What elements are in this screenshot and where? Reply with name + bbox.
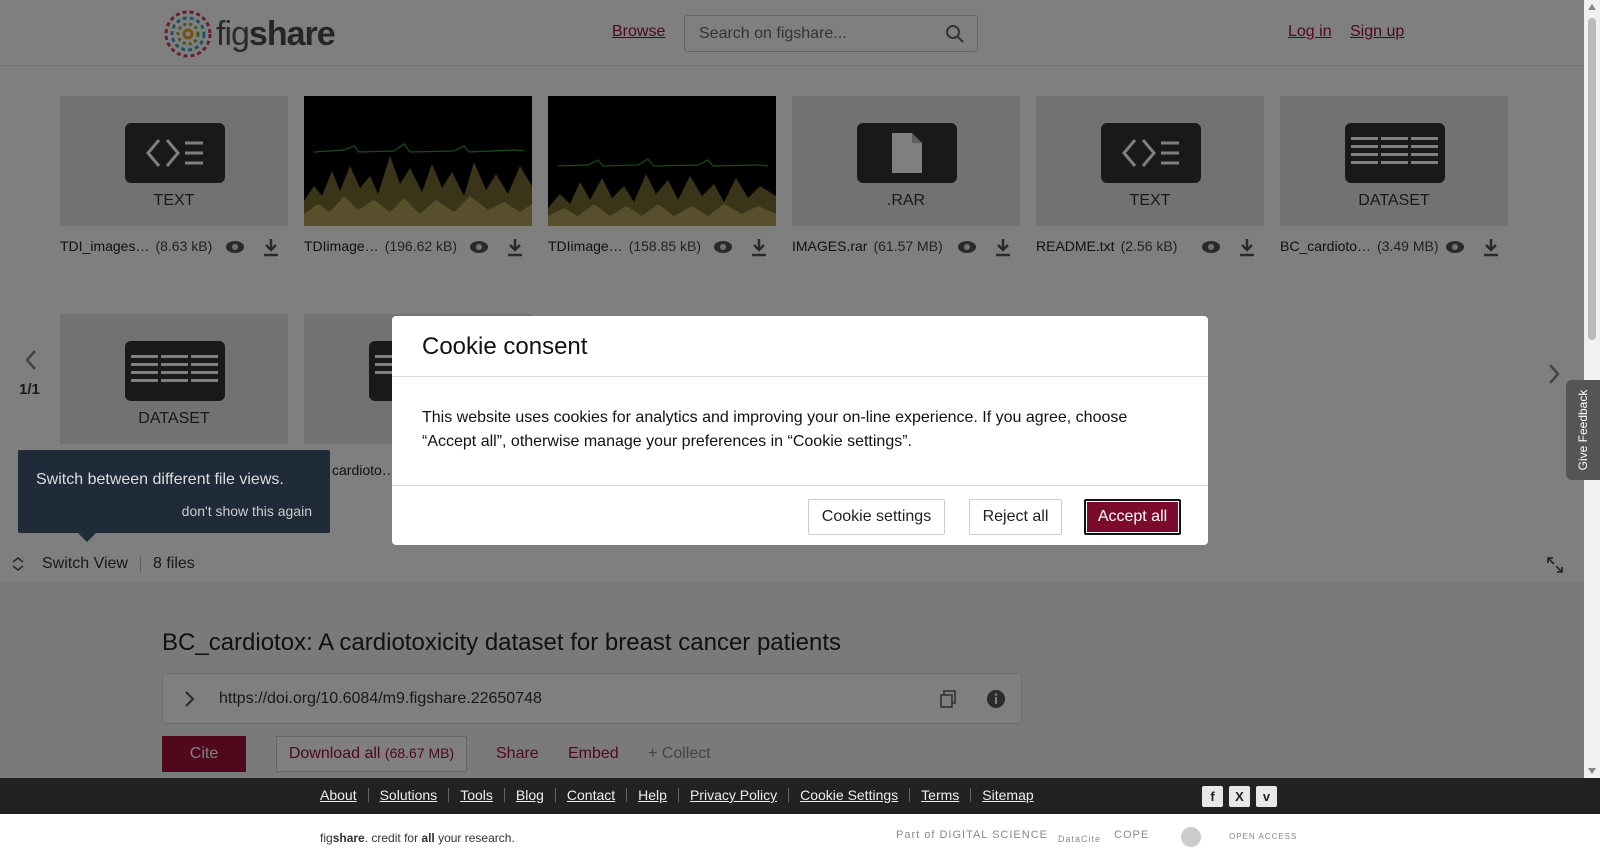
cope-logo[interactable]: COPE [1114,829,1149,841]
footer-link-solutions[interactable]: Solutions [380,787,438,803]
tooltip-arrow [78,533,96,542]
divider [970,788,972,802]
vimeo-icon[interactable]: v [1256,786,1277,807]
footer-tagline: figshare. credit for all your research. [320,831,515,845]
scroll-up-arrow[interactable] [1588,4,1596,10]
give-feedback-tab[interactable]: Give Feedback [1566,380,1600,480]
scroll-down-arrow[interactable] [1588,768,1596,774]
footer-link-terms[interactable]: Terms [921,787,959,803]
footer-link-tools[interactable]: Tools [460,787,493,803]
footer-link-cookie-settings[interactable]: Cookie Settings [800,787,898,803]
divider [909,788,911,802]
divider [788,788,790,802]
datacite-logo[interactable]: DataCite [1058,834,1101,844]
divider [367,788,369,802]
globe-icon[interactable] [1179,825,1203,849]
footer-bottom: figshare. credit for all your research. … [0,814,1600,861]
scrollbar-thumb[interactable] [1588,18,1596,340]
cookie-settings-button[interactable]: Cookie settings [808,499,945,535]
divider [448,788,450,802]
dont-show-again-link[interactable]: don't show this again [182,503,312,519]
footer-link-sitemap[interactable]: Sitemap [982,787,1033,803]
divider [677,788,679,802]
cookie-consent-dialog: Cookie consent This website uses cookies… [392,316,1208,545]
footer-link-about[interactable]: About [320,787,357,803]
feedback-label: Give Feedback [1576,389,1590,471]
open-access-logo[interactable]: OPEN ACCESS [1229,832,1297,841]
accept-all-button[interactable]: Accept all [1084,499,1181,535]
dialog-header: Cookie consent [392,316,1208,377]
reject-all-button[interactable]: Reject all [969,499,1062,535]
dialog-title: Cookie consent [422,333,588,360]
footer-links: About Solutions Tools Blog Contact Help … [320,787,1034,803]
dialog-footer: Cookie settings Reject all Accept all [392,485,1208,545]
divider [626,788,628,802]
footer-nav-bar: About Solutions Tools Blog Contact Help … [0,778,1600,814]
footer-link-privacy[interactable]: Privacy Policy [690,787,777,803]
divider [554,788,556,802]
dialog-body: This website uses cookies for analytics … [422,409,1128,450]
footer-link-blog[interactable]: Blog [516,787,544,803]
digital-science-logo[interactable]: Part of DIGITAL SCIENCE [896,829,1048,841]
divider [503,788,505,802]
facebook-icon[interactable]: f [1202,786,1223,807]
tooltip-text: Switch between different file views. [36,471,284,488]
x-twitter-icon[interactable]: X [1229,786,1250,807]
footer-link-help[interactable]: Help [638,787,667,803]
switch-view-tooltip: Switch between different file views. don… [18,450,330,542]
footer-link-contact[interactable]: Contact [567,787,615,803]
